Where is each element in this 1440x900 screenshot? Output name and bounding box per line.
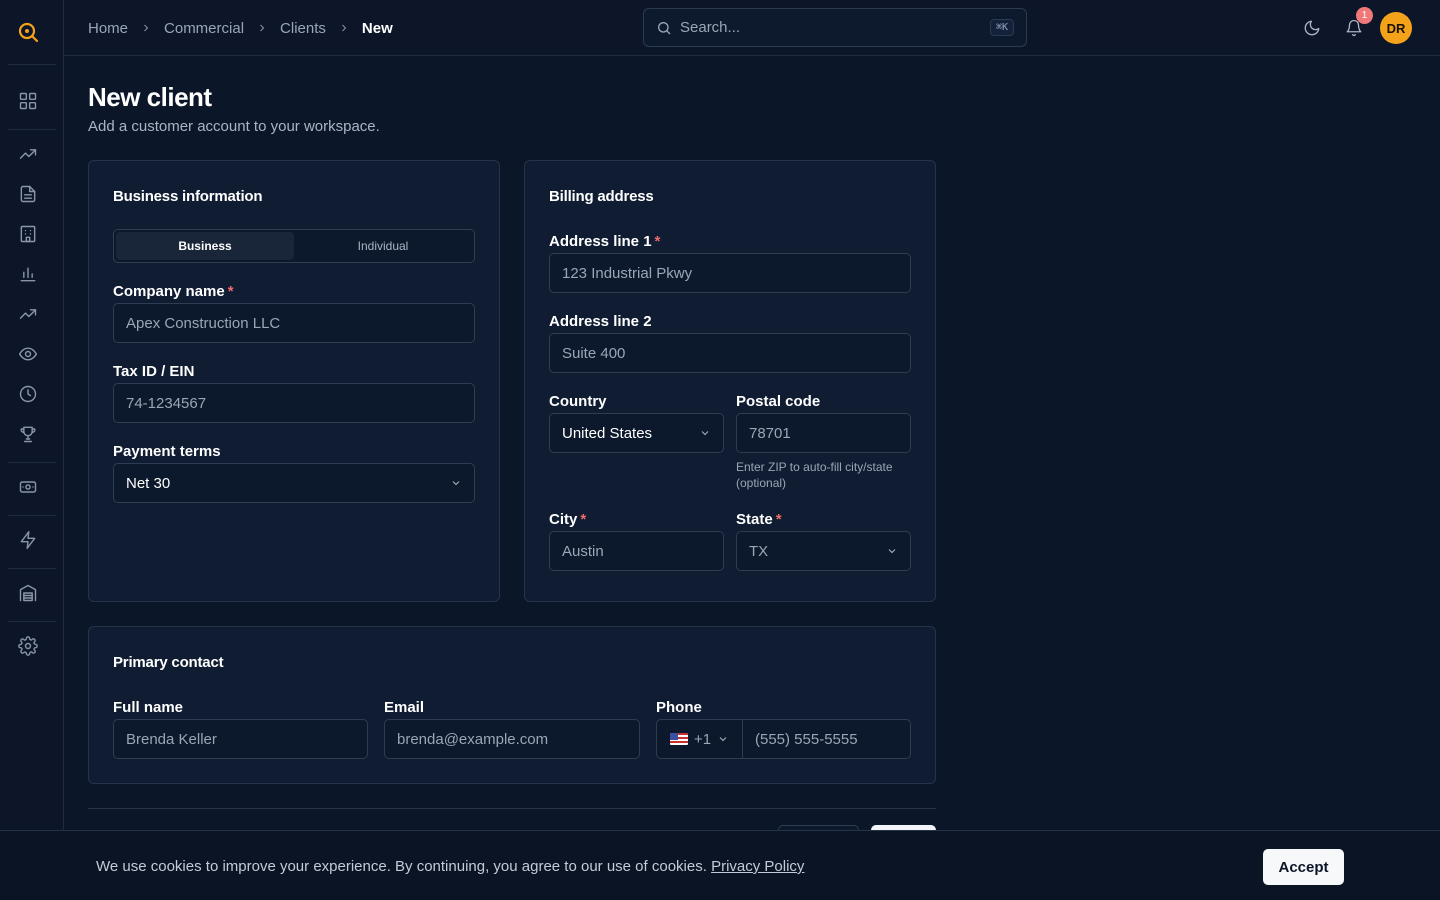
address1-field[interactable]: 123 Industrial Pkwy [549,253,911,293]
tax-id-label: Tax ID / EIN [113,363,195,380]
state-label: State * [736,511,782,528]
eye-icon[interactable] [16,342,40,366]
topbar: Home Commercial Clients New Search... ⌘K… [64,0,1440,56]
full-name-label: Full name [113,699,184,716]
email-label: Email [384,699,425,716]
country-label: Country [549,393,607,410]
sidebar-divider [8,462,56,463]
phone-label: Phone [656,699,702,716]
us-flag-icon [669,733,688,745]
country-code-select[interactable]: +1 [657,720,743,758]
card-title: Billing address [549,188,654,205]
sidebar-divider [8,515,56,516]
cookie-banner: We use cookies to improve your experienc… [0,830,1440,900]
company-name-label: Company name * [113,283,234,300]
search-placeholder: Search... [680,19,741,36]
chevron-down-icon [719,737,727,742]
trophy-icon[interactable] [16,422,40,446]
page-subtitle: Add a customer account to your workspace… [88,118,380,135]
chevron-down-icon [888,549,896,554]
form-footer-divider [88,808,936,809]
chevron-right-icon [140,22,152,34]
breadcrumb-clients[interactable]: Clients [280,20,326,37]
postal-code-field[interactable]: 78701 [736,413,911,453]
sidebar-divider [8,64,56,65]
address2-label: Address line 2 [549,313,652,330]
cookie-text: We use cookies to improve your experienc… [96,858,707,875]
payment-terms-label: Payment terms [113,443,221,460]
warehouse-icon[interactable] [16,581,40,605]
breadcrumb: Home Commercial Clients New [88,0,393,56]
phone-field-group: +1 (555) 555-5555 [656,719,911,759]
search-input[interactable]: Search... ⌘K [643,8,1027,47]
card-title: Primary contact [113,654,224,671]
address1-label: Address line 1 * [549,233,661,250]
business-info-card: Business information Business Individual… [88,160,500,602]
settings-icon[interactable] [16,634,40,658]
state-value: TX [749,542,769,560]
trending-up-icon[interactable] [16,302,40,326]
breadcrumb-home[interactable]: Home [88,20,128,37]
company-name-field[interactable]: Apex Construction LLC [113,303,475,343]
dashboard-icon[interactable] [16,89,40,113]
bar-chart-icon[interactable] [16,262,40,286]
phone-number-field[interactable]: (555) 555-5555 [743,720,910,758]
full-name-field[interactable]: Brenda Keller [113,719,368,759]
logo-search-icon[interactable] [16,20,40,44]
email-field[interactable]: brenda@example.com [384,719,640,759]
chevron-right-icon [256,22,268,34]
client-type-toggle: Business Individual [113,229,475,263]
toggle-business[interactable]: Business [116,232,294,260]
toggle-individual[interactable]: Individual [294,232,472,260]
moon-icon[interactable] [1300,16,1324,40]
postal-code-label: Postal code [736,393,821,410]
city-field[interactable]: Austin [549,531,724,571]
chevron-right-icon [338,22,350,34]
search-shortcut: ⌘K [989,19,1014,36]
avatar[interactable]: DR [1380,12,1412,44]
sidebar-divider [8,568,56,569]
city-label: City * [549,511,587,528]
payment-terms-value: Net 30 [126,474,171,492]
card-title: Business information [113,188,263,205]
primary-contact-card: Primary contact Full name Brenda Keller … [88,626,936,784]
payment-terms-select[interactable]: Net 30 [113,463,475,503]
accept-cookies-button[interactable]: Accept [1263,849,1344,885]
sidebar [0,0,64,900]
chevron-down-icon [452,481,460,486]
tax-id-field[interactable]: 74-1234567 [113,383,475,423]
trending-up-icon[interactable] [16,142,40,166]
document-icon[interactable] [16,182,40,206]
search-icon [658,21,671,34]
sidebar-divider [8,621,56,622]
postal-code-helper: Enter ZIP to auto-fill city/state (optio… [736,460,893,490]
breadcrumb-current: New [361,19,393,37]
notification-badge: 1 [1356,7,1373,24]
breadcrumb-commercial[interactable]: Commercial [164,20,244,37]
page-title: New client [88,82,212,112]
banknote-icon[interactable] [16,475,40,499]
clock-icon[interactable] [16,382,40,406]
country-value: United States [562,424,653,442]
country-select[interactable]: United States [549,413,724,453]
chevron-down-icon [701,431,709,436]
billing-address-card: Billing address Address line 1 * 123 Indu… [524,160,936,602]
cookie-message: We use cookies to improve your experienc… [96,858,804,875]
sidebar-divider [8,129,56,130]
zap-icon[interactable] [16,528,40,552]
country-code-value: +1 [693,730,712,748]
state-select[interactable]: TX [736,531,911,571]
building-icon[interactable] [16,222,40,246]
address2-field[interactable]: Suite 400 [549,333,911,373]
privacy-policy-link[interactable]: Privacy Policy [711,858,804,875]
